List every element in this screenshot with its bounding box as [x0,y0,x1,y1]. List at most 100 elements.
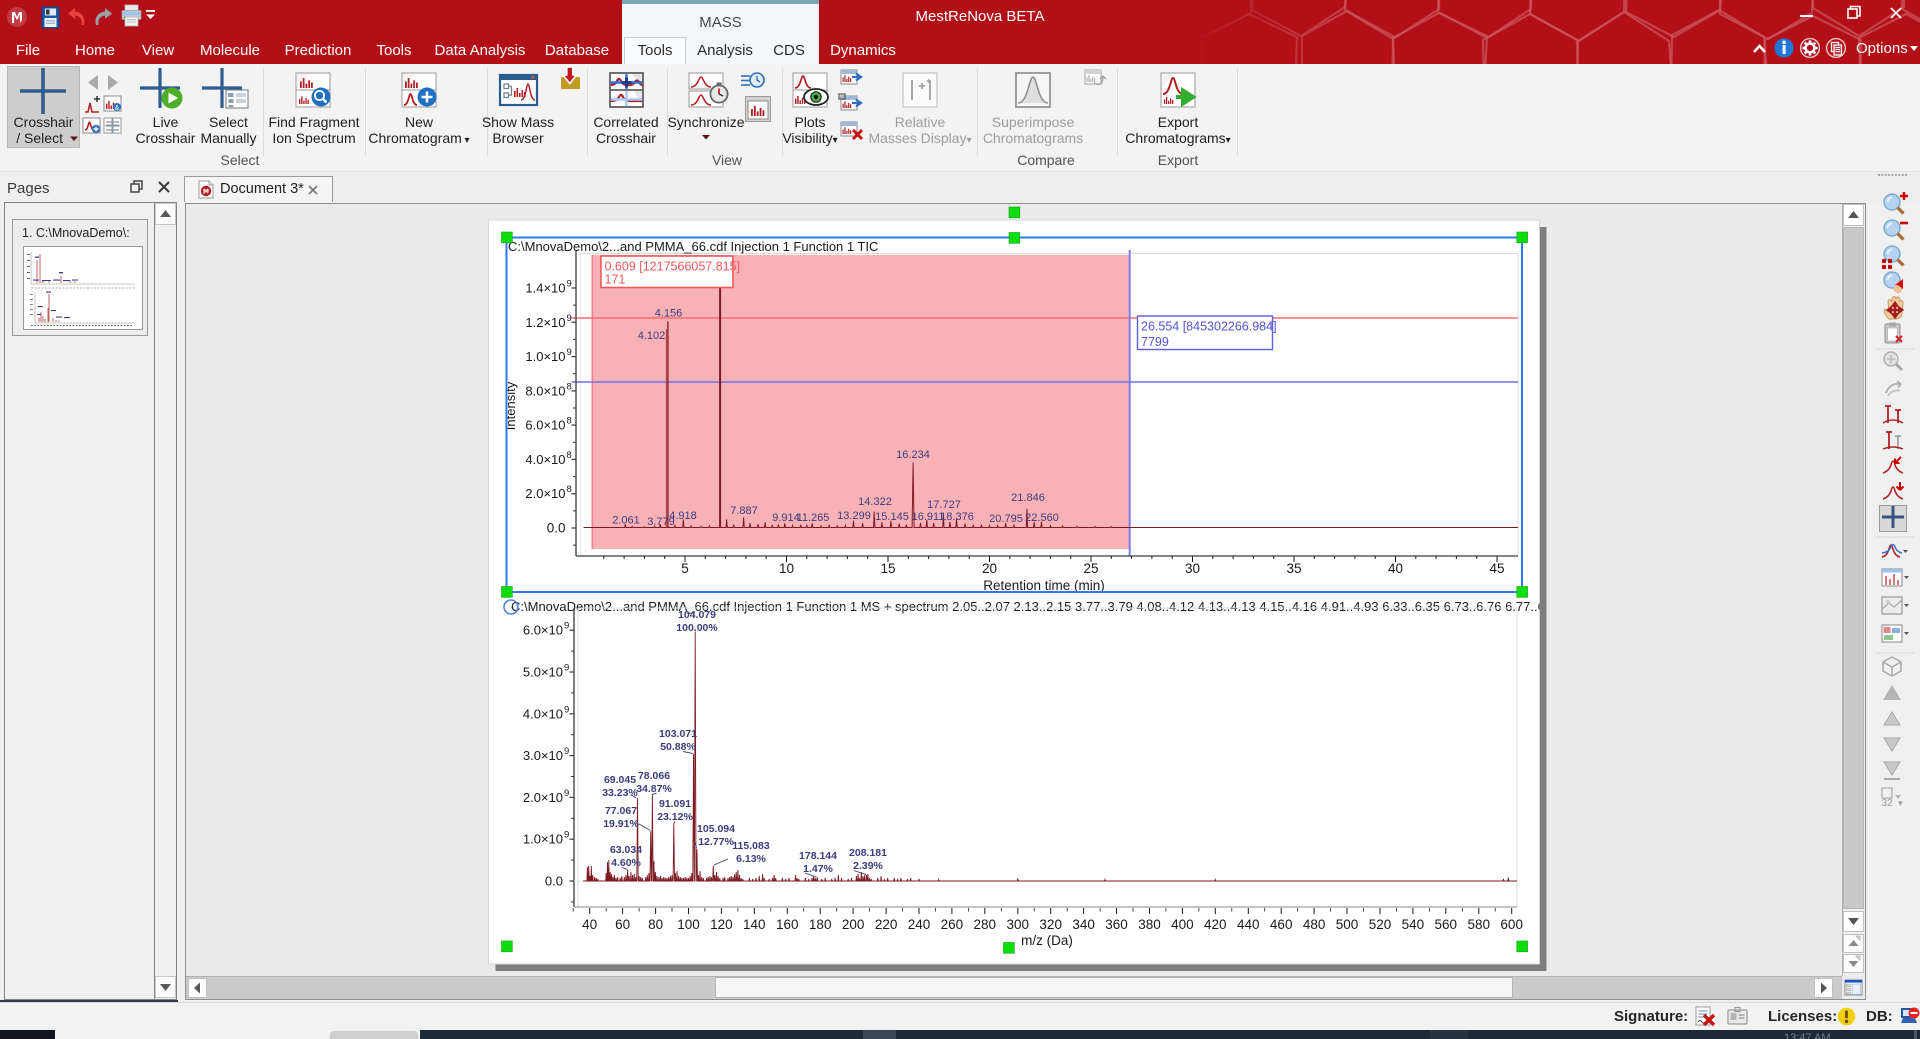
svg-text:2.061: 2.061 [612,514,640,526]
svg-text:22.560: 22.560 [1025,512,1059,524]
svg-text:9: 9 [564,830,569,841]
svg-text:480: 480 [1303,917,1326,932]
svg-text:C:\MnovaDemo\2...and PMMA_66.c: C:\MnovaDemo\2...and PMMA_66.cdf Injecti… [508,239,878,254]
svg-text:1.2×10: 1.2×10 [525,315,565,330]
svg-text:500: 500 [1336,917,1359,932]
svg-text:45: 45 [1489,561,1504,576]
svg-text:12.77%: 12.77% [698,836,734,848]
svg-text:77.067: 77.067 [605,805,637,817]
svg-text:2.0×10: 2.0×10 [525,486,565,501]
svg-text:80: 80 [648,917,663,932]
svg-text:2.0×10: 2.0×10 [523,790,563,805]
svg-text:280: 280 [974,917,997,932]
svg-text:178.144: 178.144 [799,850,837,862]
svg-text:200: 200 [842,917,865,932]
svg-text:0.0: 0.0 [545,874,563,889]
svg-text:4.0×10: 4.0×10 [525,452,565,467]
svg-text:240: 240 [908,917,931,932]
svg-text:4.156: 4.156 [655,307,683,319]
svg-text:&: & [115,105,120,112]
svg-text:18.376: 18.376 [940,511,974,523]
svg-text:140: 140 [743,917,766,932]
svg-text:21.846: 21.846 [1011,492,1045,504]
svg-text:104.079: 104.079 [678,609,716,621]
svg-text:6.0×10: 6.0×10 [523,623,563,638]
svg-text:208.181: 208.181 [849,847,887,859]
svg-text:60: 60 [615,917,630,932]
svg-text:160: 160 [776,917,799,932]
svg-text:20: 20 [982,561,997,576]
svg-text:40: 40 [582,917,597,932]
svg-text:7799: 7799 [1141,335,1169,349]
svg-text:Intensity: Intensity [503,381,518,430]
svg-text:9: 9 [567,279,572,290]
svg-text:4.0×10: 4.0×10 [523,706,563,721]
svg-text:8: 8 [567,484,572,495]
svg-text:15: 15 [880,561,895,576]
svg-text:120: 120 [710,917,733,932]
svg-text:9: 9 [564,704,569,715]
svg-text:360: 360 [1105,917,1128,932]
svg-text:Options: Options [1856,40,1908,57]
svg-text:16.234: 16.234 [896,449,930,461]
svg-text:600: 600 [1500,917,1523,932]
svg-text:5: 5 [681,561,689,576]
svg-text:4.102: 4.102 [638,330,666,342]
svg-text:91.091: 91.091 [659,798,691,810]
svg-text:105.094: 105.094 [697,823,735,835]
svg-text:400: 400 [1171,917,1194,932]
svg-text:20.795: 20.795 [989,513,1023,525]
svg-text:320: 320 [1039,917,1062,932]
svg-text:580: 580 [1468,917,1491,932]
svg-text:4.918: 4.918 [669,510,697,522]
svg-text:11.265: 11.265 [797,512,830,524]
svg-text:13.299: 13.299 [837,510,871,522]
svg-text:6.13%: 6.13% [736,853,766,865]
svg-text:C:\MnovaDemo\2...and PMMA_66.c: C:\MnovaDemo\2...and PMMA_66.cdf Injecti… [511,599,1606,614]
svg-text:9: 9 [567,347,572,358]
svg-text:100.00%: 100.00% [676,622,718,634]
svg-text:1.4×10: 1.4×10 [525,281,565,296]
svg-text:63.034: 63.034 [610,844,642,856]
svg-text:300: 300 [1007,917,1030,932]
svg-text:10: 10 [779,561,794,576]
svg-text:8.0×10: 8.0×10 [525,383,565,398]
svg-text:171: 171 [605,272,626,286]
svg-text:30: 30 [1185,561,1200,576]
svg-text:34.87%: 34.87% [636,783,672,795]
svg-text:8: 8 [567,450,572,461]
svg-text:115.083: 115.083 [732,840,770,852]
svg-text:340: 340 [1072,917,1095,932]
svg-text:100: 100 [677,917,700,932]
svg-text:7.887: 7.887 [730,505,758,517]
svg-text:33.23%: 33.23% [602,787,638,799]
svg-text:5.0×10: 5.0×10 [523,665,563,680]
svg-text:220: 220 [875,917,898,932]
svg-text:560: 560 [1435,917,1458,932]
svg-text:6.0×10: 6.0×10 [525,418,565,433]
svg-text:1.0×10: 1.0×10 [523,832,563,847]
svg-text:9: 9 [564,663,569,674]
svg-text:4.60%: 4.60% [611,857,641,869]
svg-text:9: 9 [564,621,569,632]
svg-text:40: 40 [1388,561,1403,576]
svg-text:520: 520 [1369,917,1392,932]
svg-text:180: 180 [809,917,832,932]
svg-text:78.066: 78.066 [638,770,670,782]
svg-text:19.91%: 19.91% [603,818,639,830]
svg-text:9: 9 [567,313,572,324]
svg-text:0.0: 0.0 [547,521,566,536]
svg-text:14.322: 14.322 [858,496,892,508]
svg-text:25: 25 [1083,561,1098,576]
svg-text:3.0×10: 3.0×10 [523,748,563,763]
svg-text:8: 8 [567,381,572,392]
svg-text:1.0×10: 1.0×10 [525,349,565,364]
svg-text:420: 420 [1204,917,1227,932]
svg-text:540: 540 [1402,917,1425,932]
svg-text:Retention time (min): Retention time (min) [983,578,1105,593]
svg-text:m/z (Da): m/z (Da) [1021,933,1073,948]
svg-text:17.727: 17.727 [927,499,961,511]
svg-text:23.12%: 23.12% [657,811,693,823]
svg-text:15.145: 15.145 [875,511,909,523]
svg-text:2.39%: 2.39% [853,860,883,872]
